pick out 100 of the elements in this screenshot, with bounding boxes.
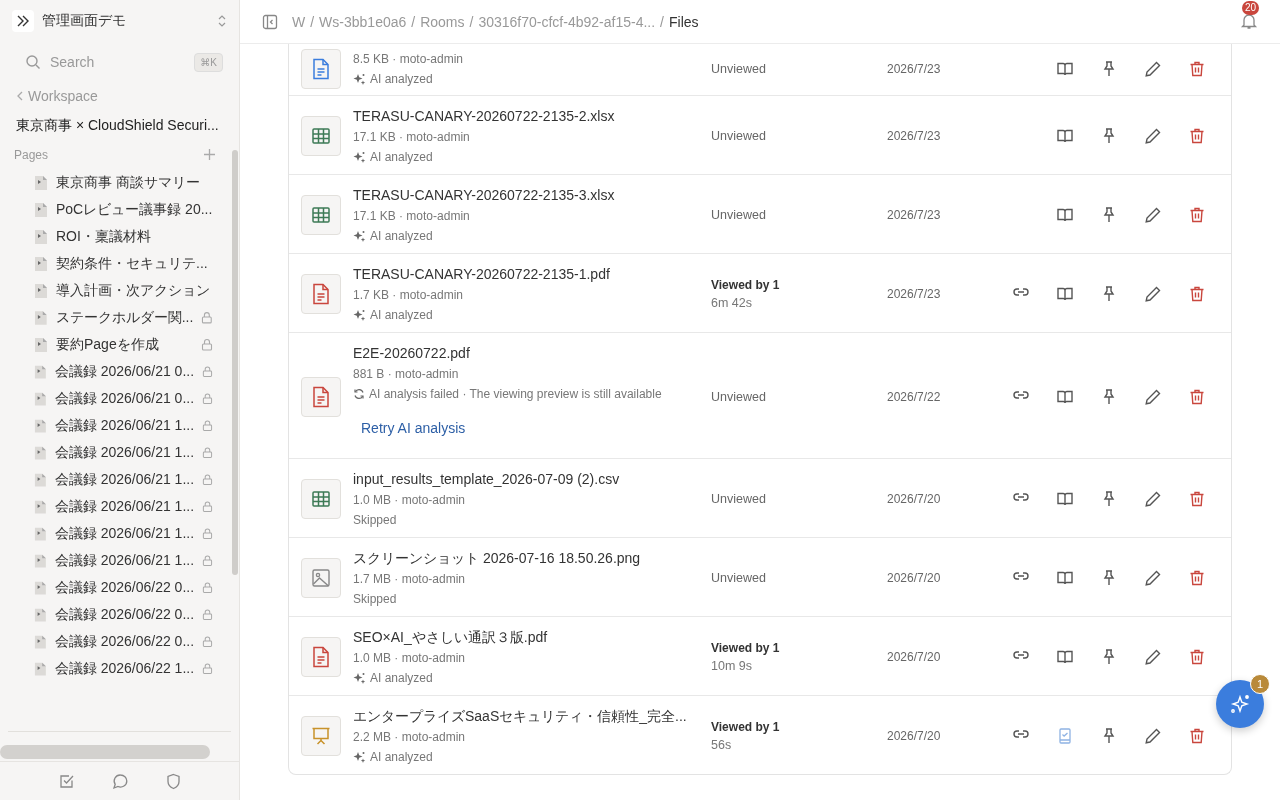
- file-name[interactable]: TERASU-CANARY-20260722-2135-1.pdf: [353, 263, 711, 285]
- checkbox-icon[interactable]: [58, 773, 75, 789]
- pencil-icon[interactable]: [1144, 569, 1162, 587]
- page-icon: [34, 633, 47, 650]
- file-name[interactable]: SEO×AI_やさしい通訳３版.pdf: [353, 626, 711, 648]
- page-icon: [34, 174, 48, 191]
- file-name[interactable]: TERASU-CANARY-20260722-2135-3.xlsx: [353, 184, 711, 206]
- trash-icon[interactable]: [1188, 648, 1206, 666]
- page-icon: [34, 552, 47, 569]
- file-name[interactable]: E2E-20260722.pdf: [353, 342, 711, 364]
- search-field[interactable]: Search: [50, 54, 186, 70]
- trash-icon[interactable]: [1188, 60, 1206, 78]
- pencil-icon[interactable]: [1144, 727, 1162, 745]
- page-icon: [34, 471, 47, 488]
- pencil-icon[interactable]: [1144, 206, 1162, 224]
- page-item[interactable]: 会議録 2026/06/21 1...: [0, 466, 213, 493]
- trash-icon[interactable]: [1188, 490, 1206, 508]
- page-icon: [34, 201, 48, 218]
- sparkle-icon: [353, 72, 366, 86]
- refresh-icon: [353, 388, 365, 400]
- section-label: Pages: [14, 148, 49, 162]
- upload-date: 2026/7/22: [887, 389, 942, 404]
- shortcut-key: ⌘K: [194, 52, 223, 72]
- book-icon[interactable]: [1056, 206, 1074, 224]
- page-icon: [34, 579, 47, 596]
- pencil-icon[interactable]: [1144, 648, 1162, 666]
- shield-icon[interactable]: [165, 772, 181, 790]
- scrollbar[interactable]: [0, 745, 210, 759]
- book-icon[interactable]: [1056, 569, 1074, 587]
- upload-date: 2026/7/23: [887, 129, 942, 143]
- pencil-icon[interactable]: [1144, 387, 1162, 406]
- page-icon: [34, 363, 47, 380]
- checked-book-icon[interactable]: [1056, 727, 1074, 745]
- page-icon: [34, 228, 48, 245]
- book-icon[interactable]: [1056, 648, 1074, 666]
- page-item[interactable]: 会議録 2026/06/22 0...: [0, 628, 213, 655]
- page-item[interactable]: 会議録 2026/06/21 1...: [0, 520, 213, 547]
- pencil-icon[interactable]: [1144, 60, 1162, 78]
- page-item[interactable]: 会議録 2026/06/21 1...: [0, 412, 213, 439]
- analysis-status: AI analyzed: [370, 71, 433, 88]
- switcher-icon[interactable]: [217, 14, 227, 28]
- document-icon: [311, 385, 331, 408]
- page-item[interactable]: 会議録 2026/06/21 0...: [0, 358, 213, 385]
- document-icon: [311, 58, 331, 80]
- workspace-title: 東京商事 × CloudShield Securi...: [16, 117, 220, 135]
- page-item[interactable]: PoCレビュー議事録 20...: [0, 196, 213, 223]
- sparkle-icon: [1229, 693, 1251, 715]
- file-meta: 2.2 MB · moto-admin: [353, 729, 467, 746]
- page-item[interactable]: 会議録 2026/06/21 1...: [0, 493, 213, 520]
- breadcrumb-link[interactable]: Files: [669, 13, 699, 30]
- scrollbar[interactable]: [232, 150, 238, 575]
- upload-date: 2026/7/23: [887, 287, 942, 301]
- analysis-status: AI analyzed: [370, 149, 433, 166]
- file-name[interactable]: input_results_template_2026-07-09 (2).csv: [353, 468, 711, 490]
- trash-icon[interactable]: [1188, 727, 1206, 745]
- ai-assistant-button[interactable]: [1216, 680, 1264, 728]
- page-icon: [34, 255, 48, 272]
- retry-link[interactable]: Retry AI analysis: [355, 414, 472, 442]
- trash-icon[interactable]: [1188, 285, 1206, 303]
- page-item[interactable]: 導入計画・次アクション: [0, 277, 213, 304]
- book-icon[interactable]: [1056, 60, 1074, 78]
- page-item[interactable]: 会議録 2026/06/21 1...: [0, 439, 213, 466]
- page-item[interactable]: ステークホルダー関...: [0, 304, 213, 331]
- page-item[interactable]: 要約Pageを作成: [0, 331, 213, 358]
- page-item[interactable]: ROI・稟議材料: [0, 223, 213, 250]
- trash-icon[interactable]: [1188, 387, 1206, 406]
- pencil-icon[interactable]: [1144, 285, 1162, 303]
- document-icon: [311, 646, 331, 668]
- page-icon: [34, 660, 47, 677]
- file-meta: 1.7 KB · moto-admin: [353, 287, 465, 304]
- page-item[interactable]: 会議録 2026/06/22 1...: [0, 655, 213, 682]
- trash-icon[interactable]: [1188, 206, 1206, 224]
- book-icon[interactable]: [1056, 490, 1074, 508]
- chevron-icon: [16, 91, 24, 101]
- page-icon: [34, 417, 47, 434]
- book-icon[interactable]: [1056, 127, 1074, 145]
- chat-icon[interactable]: [111, 772, 129, 790]
- page-item[interactable]: 会議録 2026/06/22 0...: [0, 601, 213, 628]
- sidebar-toggle-icon[interactable]: [262, 13, 278, 30]
- page-item[interactable]: 会議録 2026/06/22 0...: [0, 574, 213, 601]
- view-status: Unviewed: [711, 492, 767, 506]
- view-duration: 10m 9s: [711, 658, 753, 675]
- app-name: 管理画面デモ: [42, 12, 127, 30]
- pencil-icon[interactable]: [1144, 127, 1162, 145]
- page-item[interactable]: 契約条件・セキュリテ...: [0, 250, 213, 277]
- file-name[interactable]: スクリーンショット 2026-07-16 18.50.26.png: [353, 547, 711, 569]
- trash-icon[interactable]: [1188, 127, 1206, 145]
- page-item[interactable]: 会議録 2026/06/21 0...: [0, 385, 213, 412]
- file-name[interactable]: エンタープライズSaaSセキュリティ・信頼性_完全...: [353, 705, 711, 727]
- upload-date: 2026/7/20: [887, 492, 942, 506]
- view-duration: 6m 42s: [711, 295, 753, 312]
- page-item[interactable]: 東京商事 商談サマリー: [0, 169, 213, 196]
- sparkle-icon: [353, 150, 366, 164]
- pencil-icon[interactable]: [1144, 490, 1162, 508]
- view-status: Unviewed: [711, 208, 767, 222]
- file-name[interactable]: TERASU-CANARY-20260722-2135-2.xlsx: [353, 105, 711, 127]
- book-icon[interactable]: [1056, 285, 1074, 303]
- app-logo: [12, 10, 34, 32]
- trash-icon[interactable]: [1188, 569, 1206, 587]
- page-item[interactable]: 会議録 2026/06/21 1...: [0, 547, 213, 574]
